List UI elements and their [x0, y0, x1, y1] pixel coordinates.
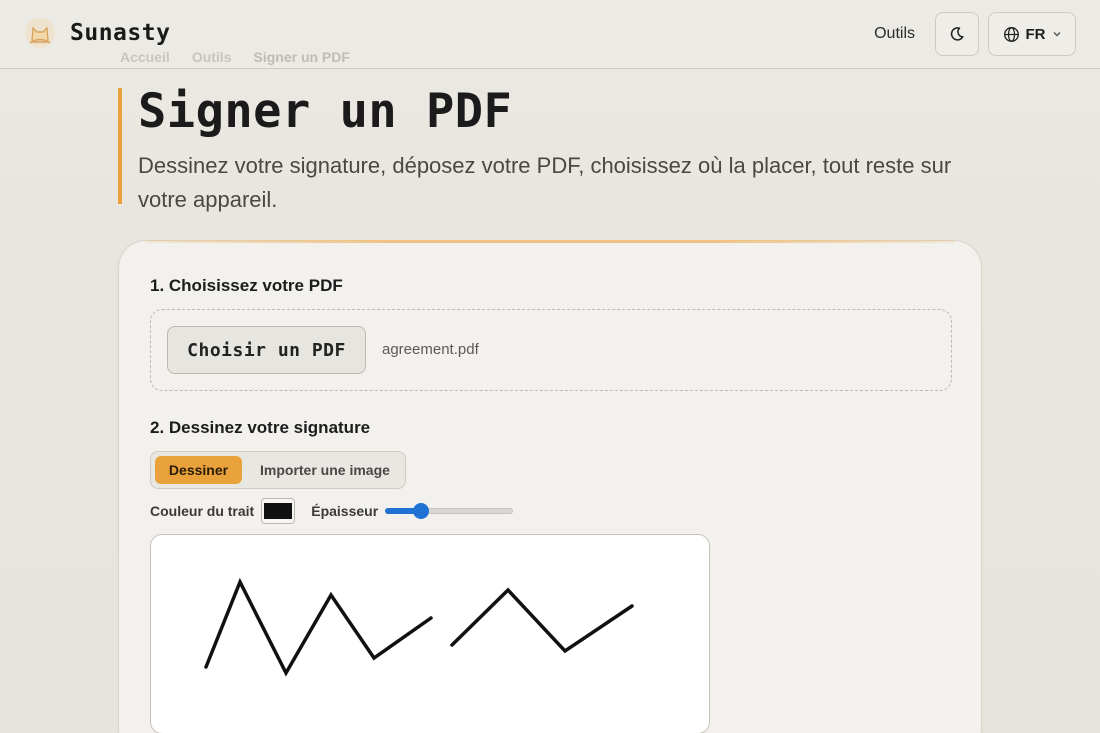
step1-title: 1. Choisissez votre PDF: [150, 276, 343, 295]
page-title: Signer un PDF: [138, 84, 513, 139]
stroke-color-picker[interactable]: [261, 498, 296, 524]
top-navigation-bar: Sunasty Accueil Outils Signer un PDF Out…: [0, 0, 1100, 69]
theme-toggle-button[interactable]: [935, 12, 979, 56]
breadcrumb-tools[interactable]: Outils: [192, 49, 232, 65]
nav-tools-link[interactable]: Outils: [874, 25, 915, 43]
selected-file-name: agreement.pdf: [382, 341, 479, 358]
signature-canvas[interactable]: [150, 534, 710, 733]
slider-thumb[interactable]: [413, 503, 430, 519]
breadcrumb: Accueil Outils Signer un PDF: [120, 49, 350, 65]
thickness-label: Épaisseur: [311, 503, 379, 519]
pdf-dropzone[interactable]: Choisir un PDF agreement.pdf: [150, 309, 952, 391]
language-selector[interactable]: FR: [988, 12, 1076, 56]
logo-cat-icon: [25, 18, 55, 48]
hero-section: Signer un PDF Dessinez votre signature, …: [118, 84, 998, 212]
language-code: FR: [1025, 25, 1046, 43]
breadcrumb-home[interactable]: Accueil: [120, 49, 170, 65]
tab-draw[interactable]: Dessiner: [155, 456, 242, 484]
stroke-controls: Couleur du trait Épaisseur: [150, 498, 514, 524]
tab-import-image[interactable]: Importer une image: [260, 462, 390, 478]
step2-title: 2. Dessinez votre signature: [150, 418, 371, 437]
header-actions: Outils FR: [874, 12, 1076, 56]
sign-pdf-card: 1. Choisissez votre PDF Choisir un PDF a…: [118, 240, 982, 733]
signature-drawing: [204, 577, 634, 677]
choose-pdf-button[interactable]: Choisir un PDF: [167, 326, 366, 374]
stroke-color-label: Couleur du trait: [150, 503, 255, 519]
signature-stroke-1: [204, 577, 433, 677]
globe-icon: [1003, 26, 1019, 42]
thickness-slider[interactable]: [385, 503, 514, 519]
stroke-color-swatch: [264, 503, 293, 519]
breadcrumb-current: Signer un PDF: [253, 49, 350, 65]
brand-name: Sunasty: [70, 20, 171, 46]
moon-icon: [950, 27, 964, 41]
brand[interactable]: Sunasty: [24, 16, 170, 50]
chevron-down-icon: [1053, 32, 1060, 37]
signature-mode-tabs: Dessiner Importer une image: [150, 451, 406, 489]
page-subtitle: Dessinez votre signature, déposez votre …: [138, 153, 952, 212]
signature-stroke-2: [450, 587, 634, 654]
